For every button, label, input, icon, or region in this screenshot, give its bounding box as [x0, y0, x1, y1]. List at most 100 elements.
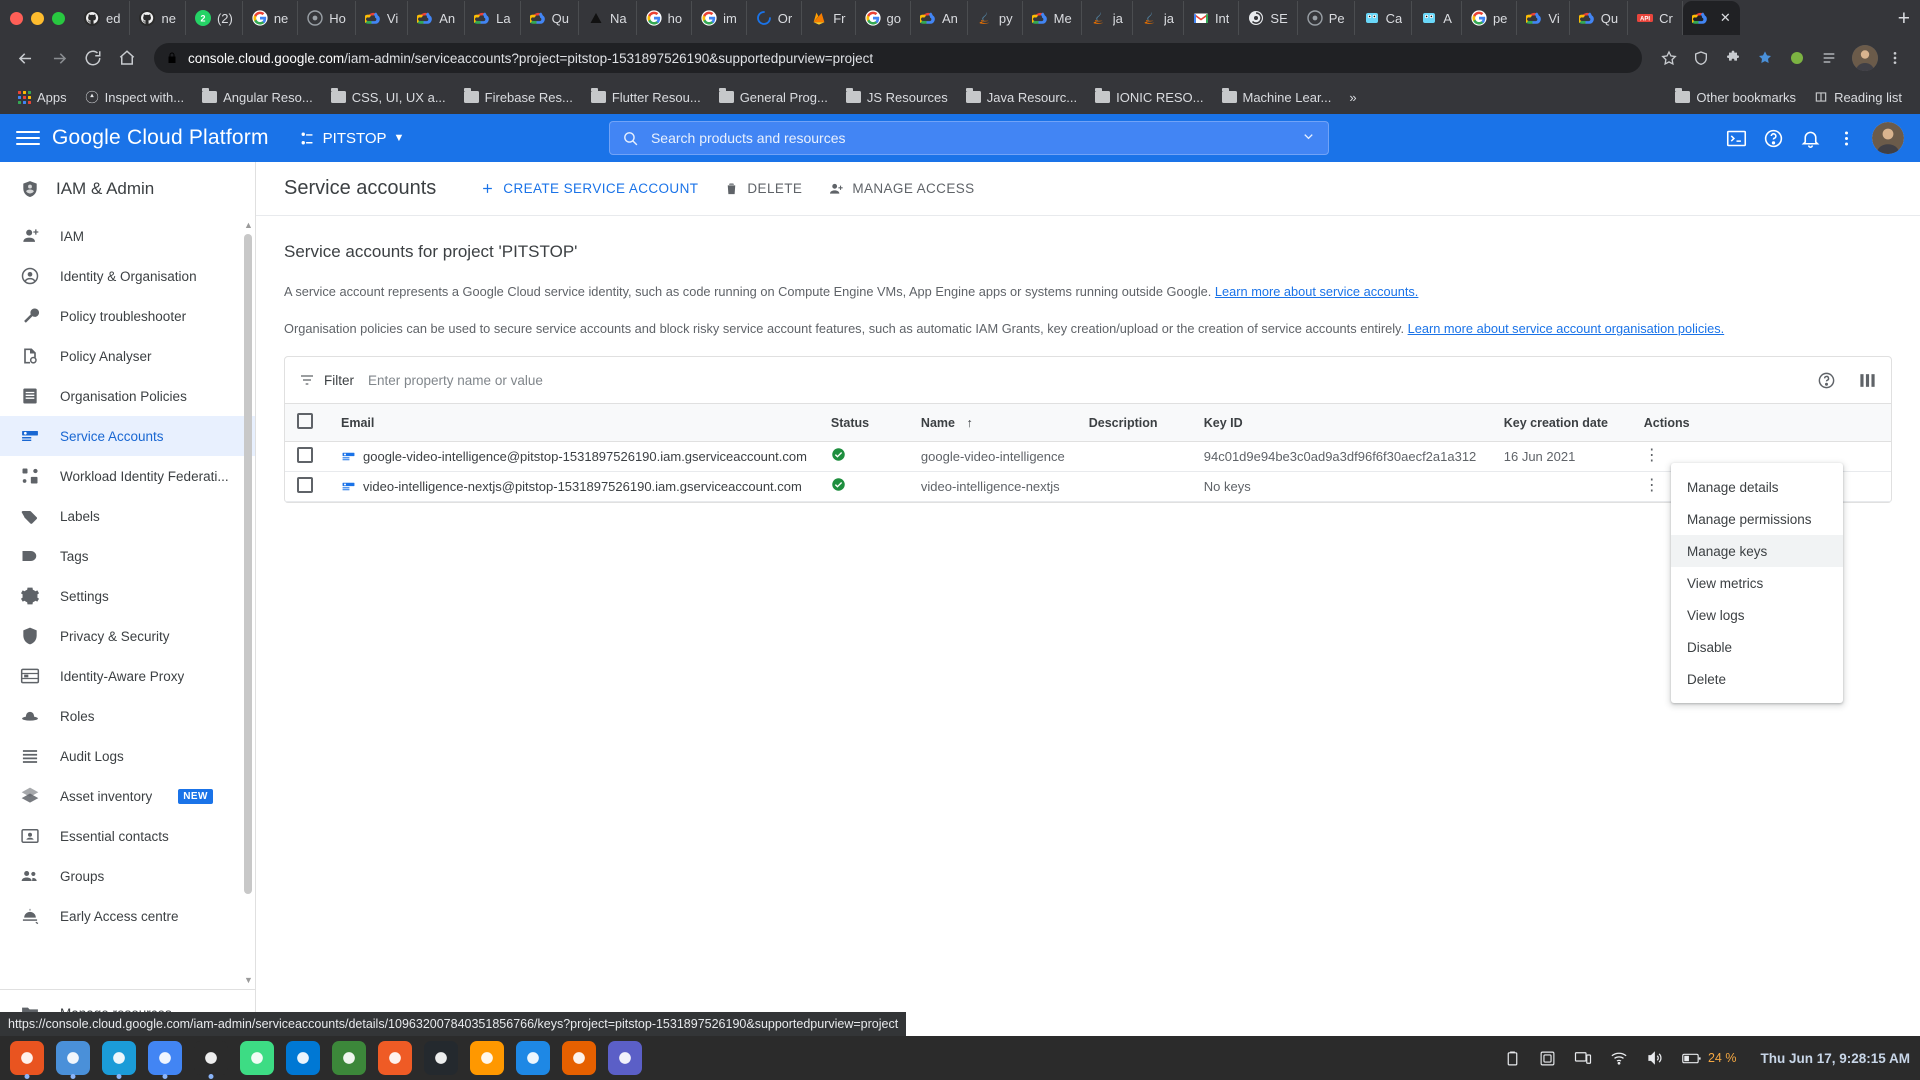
browser-tab-20[interactable]: Int: [1184, 1, 1239, 35]
sidebar-item-groups[interactable]: Groups: [0, 856, 255, 896]
bookmark-item-9[interactable]: IONIC RESO...: [1087, 86, 1211, 109]
table-row[interactable]: google-video-intelligence@pitstop-153189…: [285, 441, 1891, 471]
sidebar-item-identity-aware-proxy[interactable]: Identity-Aware Proxy: [0, 656, 255, 696]
browser-profile-avatar[interactable]: [1852, 45, 1878, 71]
context-menu-item-manage-keys[interactable]: Manage keys: [1671, 535, 1843, 567]
bookmark-item-2[interactable]: Angular Reso...: [194, 86, 321, 109]
browser-tab-12[interactable]: Or: [747, 1, 802, 35]
browser-tab-21[interactable]: SE: [1239, 1, 1297, 35]
bookmark-item-7[interactable]: JS Resources: [838, 86, 956, 109]
scroll-down-arrow-icon[interactable]: ▼: [244, 975, 252, 985]
browser-tab-8[interactable]: Qu: [521, 1, 579, 35]
browser-tab-11[interactable]: im: [692, 1, 747, 35]
browser-menu-icon[interactable]: [1880, 43, 1910, 73]
sidebar-item-tags[interactable]: Tags: [0, 536, 255, 576]
sidebar-item-iam[interactable]: IAM: [0, 216, 255, 256]
translate-extension-icon[interactable]: [1782, 43, 1812, 73]
learn-more-org-policies-link[interactable]: Learn more about service account organis…: [1408, 321, 1725, 336]
more-vert-icon[interactable]: [1837, 129, 1856, 148]
taskbar-teams-icon[interactable]: [608, 1041, 642, 1075]
minimize-window-button[interactable]: [31, 12, 44, 25]
bookmark-item-6[interactable]: General Prog...: [711, 86, 836, 109]
table-row[interactable]: video-intelligence-nextjs@pitstop-153189…: [285, 471, 1891, 501]
context-menu-item-manage-permissions[interactable]: Manage permissions: [1671, 503, 1843, 535]
context-menu-item-delete[interactable]: Delete: [1671, 663, 1843, 695]
taskbar-app-store-icon[interactable]: [56, 1041, 90, 1075]
taskbar-github-desktop-icon[interactable]: [424, 1041, 458, 1075]
sidebar-item-settings[interactable]: Settings: [0, 576, 255, 616]
taskbar-chrome-icon[interactable]: [148, 1041, 182, 1075]
column-header-email[interactable]: Email: [329, 404, 819, 441]
chevron-down-icon[interactable]: [1301, 129, 1316, 147]
sidebar-item-organisation-policies[interactable]: Organisation Policies: [0, 376, 255, 416]
taskbar-sublime-icon[interactable]: [470, 1041, 504, 1075]
select-all-header[interactable]: [285, 404, 329, 441]
sidebar-item-asset-inventory[interactable]: Asset inventoryNEW: [0, 776, 255, 816]
browser-tab-9[interactable]: Na: [579, 1, 637, 35]
delete-button[interactable]: DELETE: [724, 181, 802, 196]
browser-tab-7[interactable]: La: [465, 1, 520, 35]
browser-tab-15[interactable]: An: [911, 1, 968, 35]
browser-tab-24[interactable]: A: [1412, 1, 1462, 35]
browser-tab-19[interactable]: ja: [1133, 1, 1184, 35]
sidebar-item-workload-identity-federati[interactable]: Workload Identity Federati...: [0, 456, 255, 496]
sidebar-item-essential-contacts[interactable]: Essential contacts: [0, 816, 255, 856]
row-checkbox-cell[interactable]: [285, 441, 329, 471]
address-bar[interactable]: console.cloud.google.com/iam-admin/servi…: [154, 43, 1642, 73]
browser-tab-16[interactable]: py: [968, 1, 1023, 35]
project-selector[interactable]: PITSTOP ▼: [299, 130, 405, 147]
column-header-key-creation-date[interactable]: Key creation date: [1492, 404, 1632, 441]
column-header-key-id[interactable]: Key ID: [1192, 404, 1492, 441]
other-bookmarks-folder[interactable]: Other bookmarks: [1667, 86, 1804, 109]
column-header-description[interactable]: Description: [1077, 404, 1192, 441]
browser-tab-23[interactable]: Ca: [1355, 1, 1413, 35]
bookmarks-overflow-button[interactable]: »: [1341, 86, 1364, 109]
taskbar-postman-icon[interactable]: [378, 1041, 412, 1075]
bookmark-item-5[interactable]: Flutter Resou...: [583, 86, 709, 109]
sidebar-scrollbar-thumb[interactable]: [244, 234, 252, 894]
help-icon[interactable]: [1763, 128, 1784, 149]
context-menu-item-view-metrics[interactable]: View metrics: [1671, 567, 1843, 599]
maximize-window-button[interactable]: [52, 12, 65, 25]
browser-tab-2[interactable]: 2(2): [186, 1, 243, 35]
page-brand[interactable]: Google Cloud Platform: [52, 126, 269, 150]
more-vert-icon[interactable]: ⋮: [1644, 447, 1660, 464]
more-vert-icon[interactable]: ⋮: [1644, 477, 1660, 494]
bookmark-item-0[interactable]: Apps: [10, 86, 75, 109]
sidebar-item-policy-analyser[interactable]: Policy Analyser: [0, 336, 255, 376]
browser-tab-18[interactable]: ja: [1082, 1, 1133, 35]
browser-tab-13[interactable]: Fr: [802, 1, 855, 35]
create-service-account-button[interactable]: CREATE SERVICE ACCOUNT: [480, 181, 698, 196]
row-checkbox[interactable]: [297, 447, 313, 463]
browser-tab-27[interactable]: Qu: [1570, 1, 1628, 35]
reload-icon[interactable]: [78, 43, 108, 73]
list-extension-icon[interactable]: [1814, 43, 1844, 73]
taskbar-node-icon[interactable]: [332, 1041, 366, 1075]
reading-list-button[interactable]: Reading list: [1806, 86, 1910, 109]
notifications-icon[interactable]: [1800, 128, 1821, 149]
home-icon[interactable]: [112, 43, 142, 73]
menu-icon[interactable]: [16, 126, 40, 150]
learn-more-service-accounts-link[interactable]: Learn more about service accounts.: [1215, 284, 1418, 299]
forward-arrow-icon[interactable]: [44, 43, 74, 73]
sidebar-scrollbar[interactable]: ▲ ▼: [243, 216, 253, 989]
bookmark-star-icon[interactable]: [1654, 43, 1684, 73]
manage-access-button[interactable]: MANAGE ACCESS: [828, 181, 974, 197]
avatar[interactable]: [1872, 122, 1904, 154]
cell-email[interactable]: google-video-intelligence@pitstop-153189…: [329, 441, 819, 471]
filter-input[interactable]: Enter property name or value: [368, 373, 1803, 388]
puzzle-extension-icon[interactable]: [1718, 43, 1748, 73]
battery-indicator[interactable]: 24 %: [1682, 1051, 1737, 1065]
sidebar-item-privacy-security[interactable]: Privacy & Security: [0, 616, 255, 656]
browser-tab-10[interactable]: ho: [637, 1, 692, 35]
cell-email[interactable]: video-intelligence-nextjs@pitstop-153189…: [329, 471, 819, 501]
sidebar-item-roles[interactable]: Roles: [0, 696, 255, 736]
taskbar-firefox-dev-icon[interactable]: [102, 1041, 136, 1075]
clipboard-icon[interactable]: [1504, 1050, 1521, 1067]
taskbar-firefox-icon[interactable]: [562, 1041, 596, 1075]
row-checkbox-cell[interactable]: [285, 471, 329, 501]
column-header-name[interactable]: Name ↑: [909, 404, 1077, 441]
browser-tab-17[interactable]: Me: [1023, 1, 1082, 35]
close-window-button[interactable]: [10, 12, 23, 25]
browser-tab-0[interactable]: ed: [75, 1, 130, 35]
